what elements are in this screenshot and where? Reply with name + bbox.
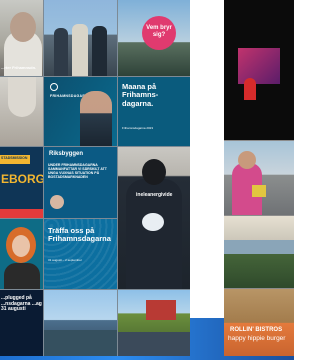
post-stadsmission[interactable]: STADSMISSION EBORG — [0, 147, 43, 218]
tents — [224, 240, 294, 254]
post-frihamnsdagarna-speaker[interactable]: FRIHAMNSDAGARNA — [44, 77, 117, 146]
post-group-photo[interactable] — [44, 0, 117, 76]
face — [12, 235, 30, 257]
unplugged-text: ...plugged på ...nsdagarna ...ag 31 augu… — [1, 295, 42, 312]
riks-text: UNDER FRIHAMNSDAGARNA SAMMANFATTAR VI SÄ… — [48, 163, 107, 179]
post-vem-bryr-sig[interactable]: Vem bryr sig? — [118, 0, 190, 76]
speaker-avatar — [50, 195, 64, 209]
post-outdoor-crowd[interactable] — [224, 216, 294, 288]
post-man-portrait[interactable]: ...rter Frihamnsdn. — [0, 0, 43, 76]
post-unplugged[interactable]: ...plugged på ...nsdagarna ...ag 31 augu… — [0, 290, 43, 356]
person-2 — [72, 24, 88, 76]
post-traffa-oss[interactable]: Träffa oss på Frihamnsdagarna 31 augusti… — [44, 219, 117, 289]
speech-bubble-icon — [142, 213, 164, 231]
logo-circle-icon — [50, 83, 58, 91]
riks-logo: Riksbyggen — [49, 151, 84, 157]
man-head — [10, 12, 36, 42]
post-riksbyggen[interactable]: Riksbyggen UNDER FRIHAMNSDAGARNA SAMMANF… — [44, 147, 117, 218]
post-harbor-crowd[interactable] — [44, 290, 117, 356]
speaker-photo — [80, 91, 112, 146]
person-3 — [92, 26, 107, 76]
red-figure — [244, 78, 256, 100]
traffa-title: Träffa oss på Frihamnsdagarna — [48, 226, 111, 244]
post-man-portrait-lower[interactable] — [0, 77, 43, 146]
crowd — [118, 332, 190, 356]
traffa-small: 31 augusti – 2 september — [48, 258, 82, 262]
stage-screen — [238, 48, 280, 84]
post-garden-crowd[interactable] — [118, 290, 190, 356]
shoulders — [4, 263, 40, 289]
woman-head — [238, 151, 256, 169]
big-text: EBORG — [1, 172, 43, 186]
man-beard — [8, 77, 36, 117]
post-dark-stage[interactable] — [224, 0, 294, 140]
post-woman-with-book[interactable] — [224, 141, 294, 215]
post-woman-portrait[interactable] — [0, 219, 43, 289]
book — [252, 185, 266, 197]
food-truck-title: ROLLIN' BISTROS — [230, 327, 283, 333]
red-bar — [0, 209, 43, 218]
maana-small: Frihamnsdagarna 2023 — [122, 126, 154, 130]
social-feed-screenshot: ...rter Frihamnsdn. Vem bryr sig? FRIHAM… — [0, 0, 294, 360]
post-caption: ...rter Frihamnsdn. — [1, 65, 37, 70]
post-maana[interactable]: Maana på Frihamns-dagarna. Frihamnsdagar… — [118, 77, 190, 146]
food-truck-sub: happy hippie burger — [228, 335, 286, 342]
post-food-truck[interactable]: ROLLIN' BISTROS happy hippie burger — [224, 289, 294, 356]
vest-text: ineleanergivide — [136, 192, 173, 198]
badge-text: STADSMISSION — [1, 156, 28, 160]
post-vest-back[interactable]: ineleanergivide — [118, 147, 190, 289]
badge-text: Vem bryr sig? — [146, 25, 172, 38]
crowd — [44, 330, 117, 356]
right-post-column: ROLLIN' BISTROS happy hippie burger — [224, 0, 294, 356]
vest-head — [142, 159, 166, 185]
house — [146, 300, 176, 320]
maana-title: Maana på Frihamns-dagarna. — [122, 82, 159, 108]
person-1 — [54, 28, 68, 76]
post-grid: ...rter Frihamnsdn. Vem bryr sig? FRIHAM… — [0, 0, 190, 356]
